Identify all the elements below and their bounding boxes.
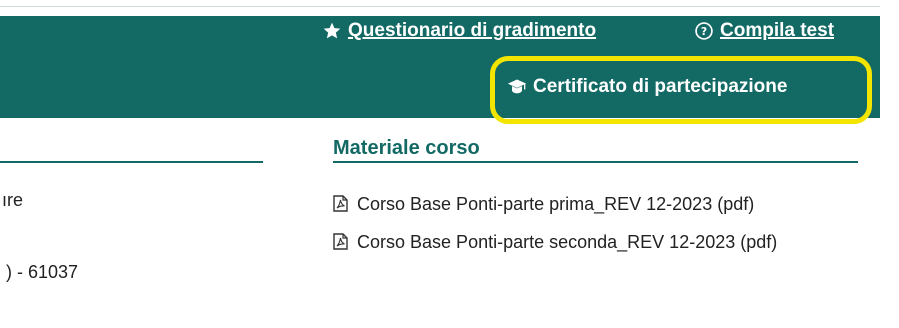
questionnaire-label: Questionario di gradimento [348,20,597,41]
file-name: Corso Base Ponti-parte prima_REV 12-2023… [357,194,755,214]
left-column-divider [0,161,263,163]
fill-test-label: Compila test [720,20,835,41]
pdf-file-icon [333,226,348,262]
left-column-text: ) - 61037 [6,262,79,282]
fill-test-link[interactable]: ? Compila test [694,20,834,42]
file-list-item[interactable]: Corso Base Ponti-parte seconda_REV 12-20… [333,224,873,262]
svg-text:?: ? [701,25,707,38]
file-name: Corso Base Ponti-parte seconda_REV 12-20… [357,232,778,252]
question-circle-icon: ? [694,21,714,41]
certificate-link[interactable]: Certificato di partecipazione [507,76,787,98]
questionnaire-link[interactable]: Questionario di gradimento [322,20,596,42]
star-icon [322,21,342,41]
graduation-cap-icon [507,77,527,97]
materials-file-list: Corso Base Ponti-parte prima_REV 12-2023… [333,186,873,262]
materials-heading: Materiale corso [333,137,480,159]
materials-divider [333,161,858,163]
left-column-text: ıre [2,190,24,210]
top-divider [0,6,880,7]
pdf-file-icon [333,188,348,224]
file-list-item[interactable]: Corso Base Ponti-parte prima_REV 12-2023… [333,186,873,224]
certificate-label: Certificato di partecipazione [533,76,788,97]
